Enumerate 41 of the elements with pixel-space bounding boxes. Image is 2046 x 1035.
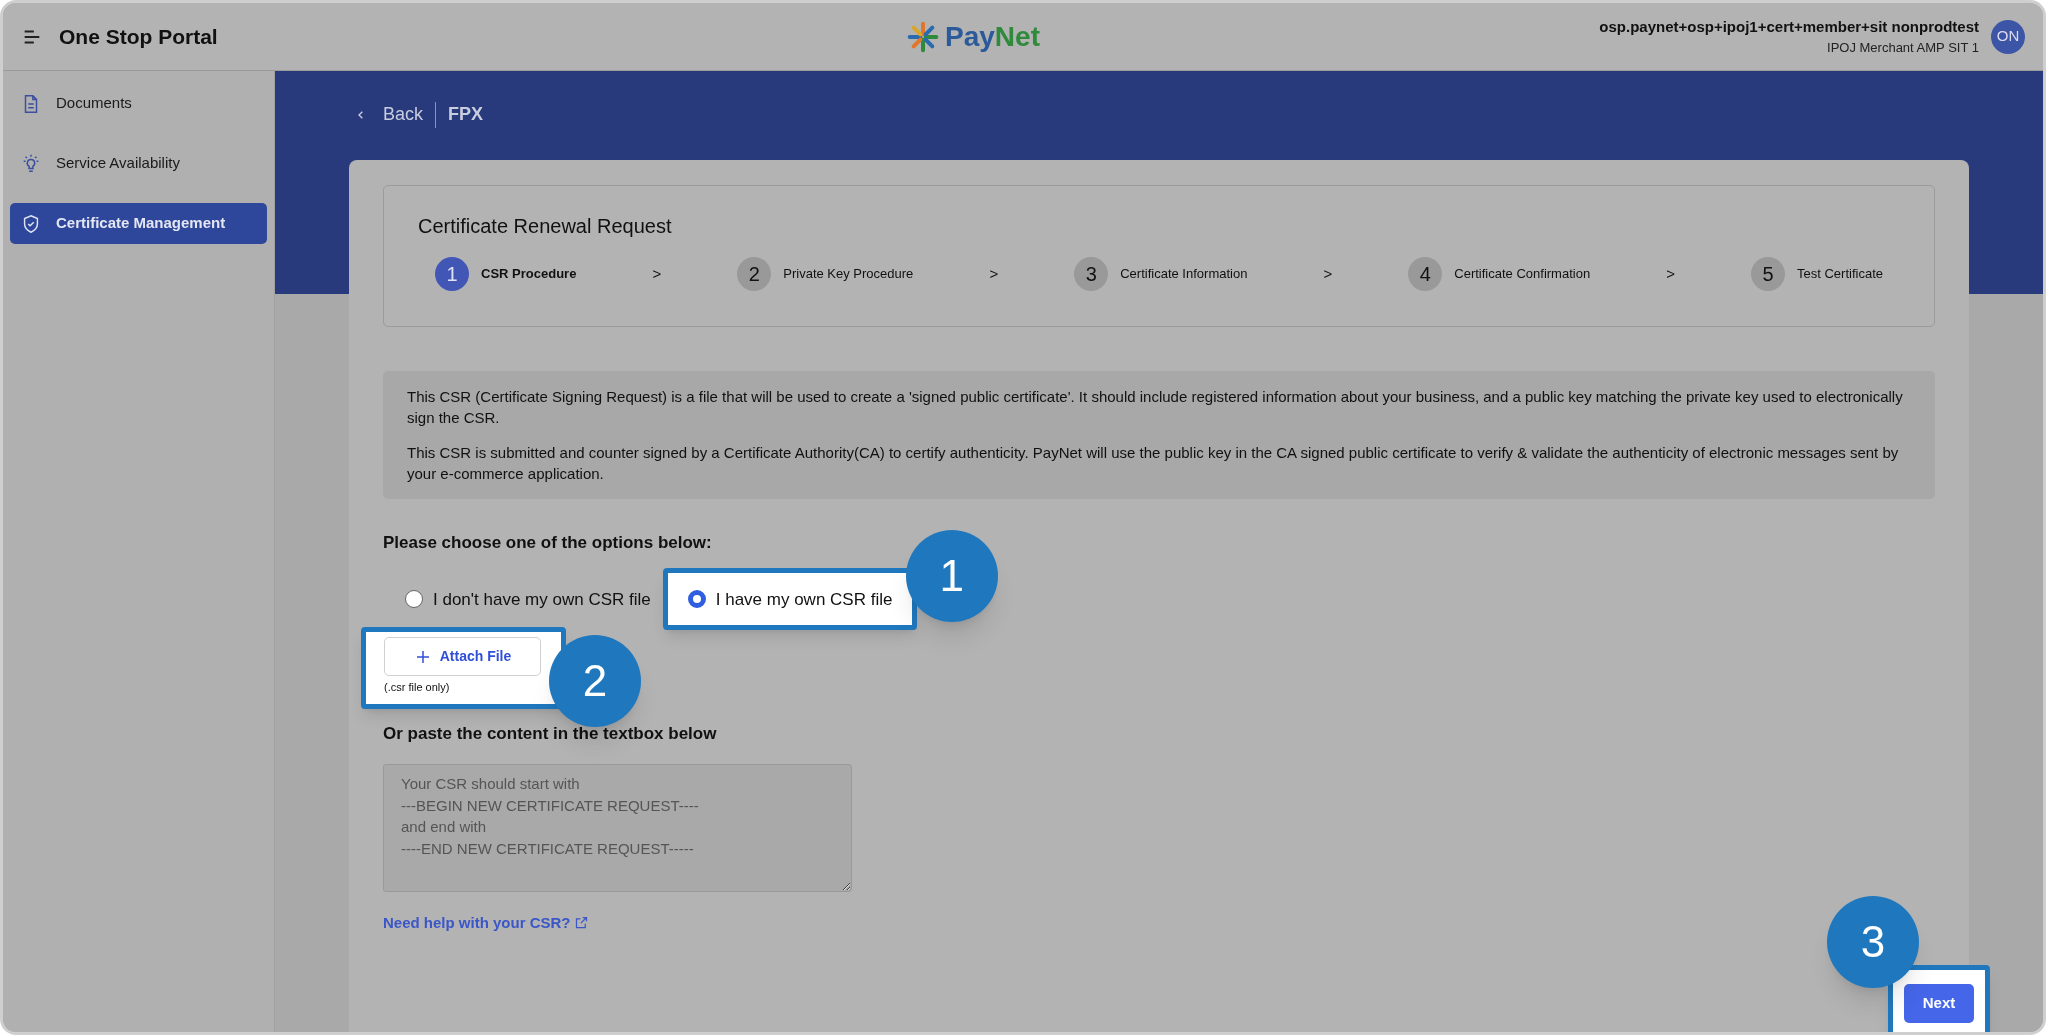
app-title: One Stop Portal [59, 23, 218, 50]
logo-text: PayNet [945, 19, 1040, 54]
step-label: Certificate Confirmation [1454, 265, 1591, 284]
step-separator: > [1666, 263, 1675, 284]
step-separator: > [989, 263, 999, 284]
logo-icon [907, 20, 939, 53]
callout-number: 3 [1827, 896, 1919, 988]
sidebar-item[interactable]: Certificate Management [10, 203, 267, 244]
external-link-icon [573, 915, 589, 931]
option-label[interactable]: I don't have my own CSR file [433, 586, 651, 613]
step-label: Test Certificate [1797, 265, 1883, 284]
next-button[interactable]: Next [1904, 984, 1974, 1023]
callout-number: 1 [905, 530, 998, 623]
radio-button[interactable] [687, 590, 706, 609]
callout-number: 2 [549, 635, 641, 728]
attach-file-button[interactable]: Attach File [384, 637, 541, 677]
sidebar-item[interactable]: Documents [10, 83, 267, 124]
step-label: CSR Procedure [481, 265, 577, 284]
step-number: 3 [1074, 257, 1109, 291]
info-paragraph: This CSR is submitted and counter signed by a Certificate Authority(CA) to certify authenticity. PayNet will use the public key in the CA signed public certificate to verify & validate the authenticity of electronic messages sent by your e-commerce application. [407, 442, 1900, 484]
sidebar-item[interactable]: Service Availability [10, 143, 267, 184]
step-number: 2 [737, 257, 772, 291]
radio-button[interactable] [405, 590, 423, 609]
back-link[interactable]: Back [383, 101, 424, 128]
file-type-hint: (.csr file only) [384, 680, 451, 696]
user-avatar[interactable]: ON [1991, 19, 2025, 54]
step-number: 5 [1751, 257, 1785, 291]
step-label: Private Key Procedure [783, 265, 914, 284]
page-title: FPX [448, 103, 484, 126]
step-separator: > [652, 263, 662, 284]
csr-text-area[interactable]: Your CSR should start with ---BEGIN NEW CERTIFICATE REQUEST---- and end with ----END NEW CERTIFICATE REQUEST----- [383, 764, 852, 892]
user-email: osp.paynet+osp+ipoj1+cert+member+sit nonprodtest [1599, 16, 1979, 37]
info-paragraph: This CSR (Certificate Signing Request) is a file that will be used to create a 'signed public certificate'. It should include registered information about your business, and a public key matching the private key used to electronically sign the CSR. [407, 386, 1904, 428]
options-heading: Please choose one of the options below: [383, 531, 713, 554]
account-name: IPOJ Merchant AMP SIT 1 [1827, 39, 1979, 57]
option-label[interactable]: I have my own CSR file [715, 586, 893, 613]
step-separator: > [1323, 263, 1333, 284]
step-number: 4 [1408, 257, 1443, 291]
step-number: 1 [435, 257, 469, 291]
step-label: Certificate Information [1120, 265, 1248, 284]
stepper-title: Certificate Renewal Request [418, 214, 673, 239]
